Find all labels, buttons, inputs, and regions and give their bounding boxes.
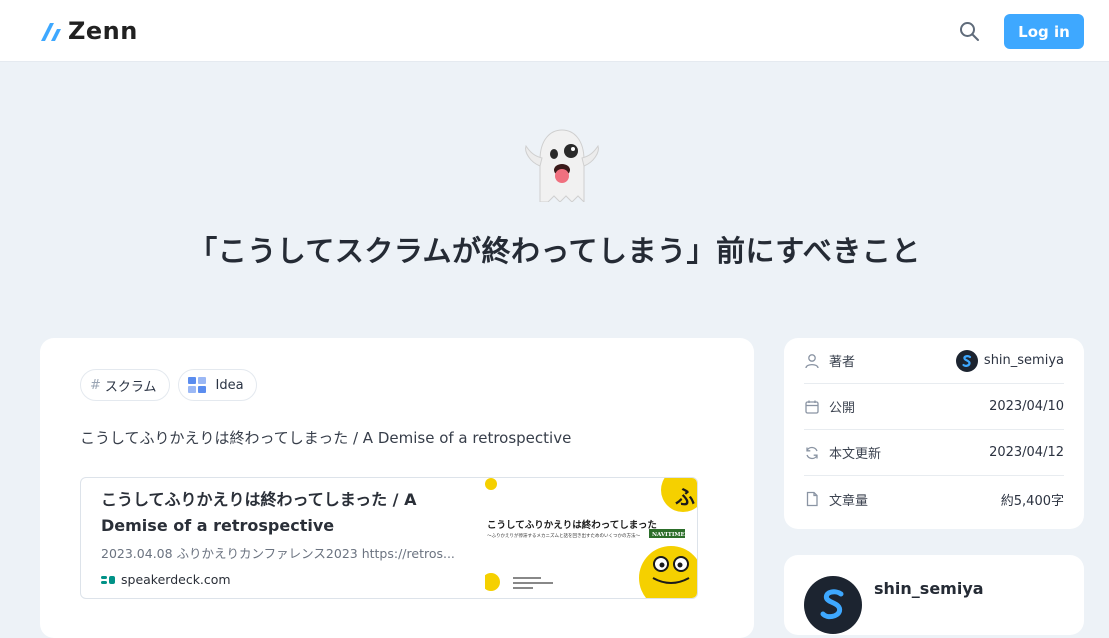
article-lead-text: こうしてふりかえりは終わってしまった / A Demise of a retro… (80, 429, 572, 447)
tag-label: スクラム (104, 379, 157, 395)
login-button[interactable]: Log in (1004, 14, 1084, 49)
info-label: 文章量 (829, 493, 869, 509)
site-header: Zenn Log in (0, 0, 1109, 62)
updated-date: 2023/04/12 (989, 445, 1064, 460)
author-card: shin_semiya (784, 555, 1084, 635)
zenn-logo-icon (41, 23, 61, 41)
info-label: 公開 (829, 401, 856, 416)
link-card-title: こうしてふりかえりは終わってしまった / A Demise of a retro… (101, 490, 417, 535)
svg-text:ふ: ふ (675, 485, 695, 509)
link-card-site-name: speakerdeck.com (121, 572, 231, 587)
author-name[interactable]: shin_semiya (874, 579, 984, 598)
slide-badge: NAVITIME (652, 532, 685, 538)
avatar (955, 349, 978, 372)
tag-idea[interactable]: Idea (177, 369, 257, 401)
link-card-description: 2023.04.08 ふりかえりカンファレンス2023 https://retr… (101, 546, 455, 561)
hash-icon: # (90, 377, 101, 393)
slide-subtitle: 〜ふりかえりが停滞するメカニズムと話を回き出すためのいくつかの方法〜 (487, 532, 640, 539)
link-card[interactable]: こうしてふりかえりは終わってしまった / A Demise of a retro… (80, 477, 698, 599)
idea-grid-icon (187, 377, 206, 393)
info-label: 本文更新 (829, 447, 882, 462)
calendar-icon (805, 400, 819, 414)
info-row-published: 公開 2023/04/10 (804, 384, 1064, 430)
info-row-author: 著者 shin_semiya (804, 338, 1064, 384)
slide-thumbnail: ふ こうしてふりかえりは終わってしまった 〜ふりかえりが停滞するメカニズムと話を… (485, 478, 697, 598)
article-body-card: # スクラム Idea こうしてふりかえりは終わってしまった / A Demis… (40, 338, 754, 638)
tag-label: Idea (215, 377, 244, 393)
zenn-logo[interactable]: Zenn (40, 19, 138, 43)
user-icon (805, 353, 819, 368)
document-icon (806, 491, 818, 507)
avatar[interactable] (804, 576, 862, 634)
article-title: 「こうしてスクラムが終わってしまう」前にすべきこと (188, 234, 921, 268)
search-icon[interactable] (958, 20, 980, 42)
topic-tags: # スクラム Idea (80, 369, 257, 401)
logo-text: Zenn (68, 17, 138, 45)
tag-scrum[interactable]: # スクラム (80, 369, 170, 401)
published-date: 2023/04/10 (989, 399, 1064, 414)
info-row-updated: 本文更新 2023/04/12 (804, 430, 1064, 476)
info-row-length: 文章量 約5,400字 (804, 476, 1064, 522)
info-label: 著者 (829, 355, 856, 370)
ghost-emoji-icon (525, 129, 599, 202)
word-count: 約5,400字 (1000, 493, 1064, 509)
refresh-icon (806, 446, 818, 459)
speakerdeck-icon (101, 575, 115, 584)
author-link[interactable]: shin_semiya (955, 349, 1064, 372)
author-name-small: shin_semiya (983, 353, 1064, 368)
link-card-site: speakerdeck.com (101, 572, 231, 587)
article-info-card: 著者 shin_semiya 公開 2023/04/10 本文更新 2023/0… (784, 338, 1084, 529)
slide-title: こうしてふりかえりは終わってしまった (487, 519, 657, 531)
